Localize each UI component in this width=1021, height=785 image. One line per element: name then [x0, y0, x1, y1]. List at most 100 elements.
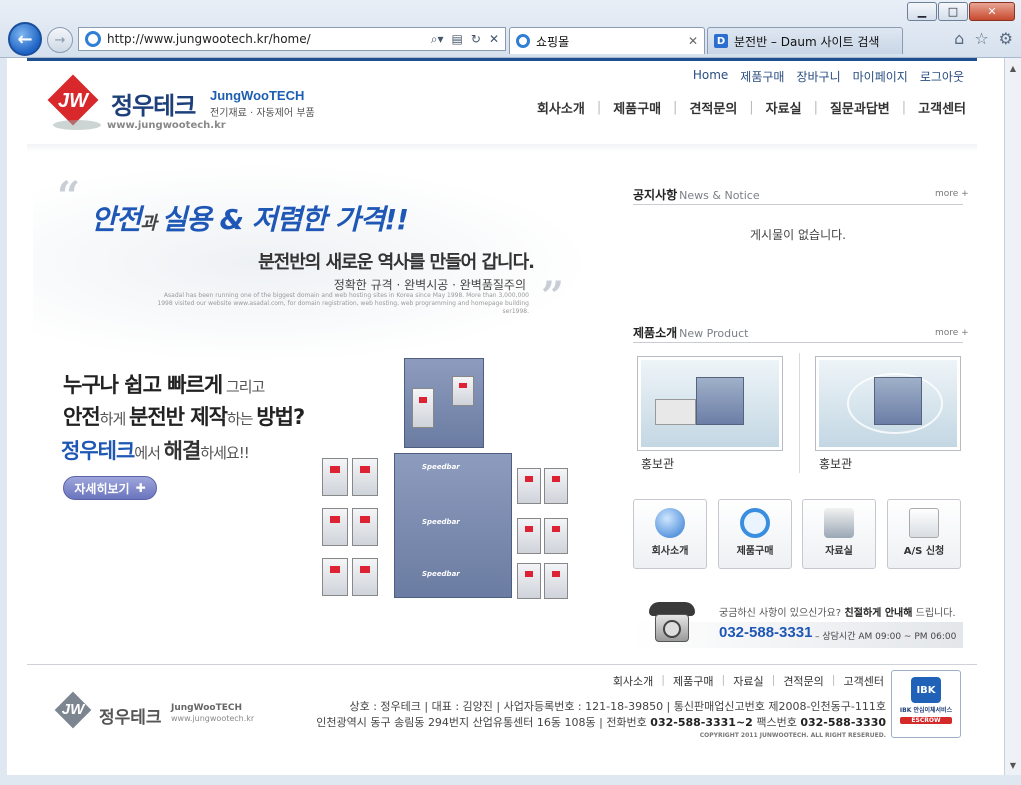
hero-subheadline: 분전반의 새로운 역사를 만들어 갑니다. — [258, 252, 535, 273]
notice-title: 공지사항 News & Notice — [633, 188, 760, 202]
close-window-button[interactable]: ✕ — [969, 2, 1015, 21]
escrow-badge[interactable]: IBK IBK 안심이체서비스 ESCROW — [891, 670, 961, 738]
products-more-link[interactable]: more + — [935, 328, 969, 338]
browser-chrome: ▁ □ ✕ ← → http://www.jungwootech.kr/home… — [0, 0, 1021, 58]
search-icon[interactable]: ⌕▾ — [431, 32, 444, 47]
footer-brand-url: www.jungwootech.kr — [171, 714, 255, 723]
brand-name[interactable]: 정우테크 — [111, 86, 196, 121]
maximize-button[interactable]: □ — [938, 2, 968, 21]
home-icon[interactable]: ⌂ — [954, 29, 964, 48]
compat-icon[interactable]: ▤ — [452, 32, 463, 47]
back-button[interactable]: ← — [8, 22, 42, 56]
main-nav: 회사소개 | 제품구매 | 견적문의 | 자료실 | 질문과답변 | 고객센터 — [536, 98, 966, 117]
scroll-down-icon[interactable]: ▼ — [1005, 757, 1021, 773]
refresh-icon[interactable]: ↻ — [471, 32, 481, 47]
products-title: 제품소개 New Product — [633, 326, 749, 340]
footer-logo-mark: JW — [51, 690, 95, 730]
browser-tools: ⌂ ☆ ⚙ — [954, 29, 1013, 48]
page-viewport: JW 정우테크 JungWooTECH 전기재료 · 자동제어 부품 www.j… — [7, 58, 1004, 775]
tab-label: 분전반 – Daum 사이트 검색 — [734, 34, 880, 49]
nav-quote[interactable]: 견적문의 — [689, 98, 737, 117]
ibk-logo-icon: IBK — [911, 677, 941, 703]
close-tab-icon[interactable]: ✕ — [688, 34, 698, 48]
address-bar[interactable]: http://www.jungwootech.kr/home/ ⌕▾ ▤ ↻ ✕ — [78, 27, 506, 51]
tab-shopping[interactable]: 쇼핑몰 ✕ — [509, 27, 705, 54]
hero-english-text: Asadal has been running one of the bigge… — [157, 292, 529, 315]
clipboard-icon — [909, 508, 939, 538]
globe-icon — [655, 508, 685, 538]
quick-link-as-request[interactable]: A/S 신청 — [887, 499, 961, 569]
contact-question: 궁금하신 사항이 있으신가요? 친절하게 안내해 드립니다. — [719, 608, 956, 619]
top-link-mypage[interactable]: 마이페이지 — [853, 68, 908, 85]
forward-button[interactable]: → — [47, 27, 73, 53]
address-controls: ⌕▾ ▤ ↻ ✕ — [431, 32, 505, 47]
top-link-cart[interactable]: 장바구니 — [796, 68, 840, 85]
tab-daum-search[interactable]: D 분전반 – Daum 사이트 검색 — [707, 27, 903, 54]
footer-address: 인천광역시 동구 송림동 294번지 산업유통센터 16동 108동 | 전화번… — [316, 716, 886, 729]
stop-icon[interactable]: ✕ — [489, 32, 499, 47]
nav-archive[interactable]: 자료실 — [766, 98, 802, 117]
footer-brand: 정우테크 — [99, 708, 162, 728]
vertical-scrollbar[interactable]: ▲ ▼ — [1004, 58, 1021, 775]
telephone-icon — [647, 598, 697, 644]
footer-brand-en: JungWooTECH — [171, 703, 243, 713]
scroll-up-icon[interactable]: ▲ — [1005, 60, 1021, 76]
footer-link-quote[interactable]: 견적문의 — [783, 673, 823, 689]
address-url[interactable]: http://www.jungwootech.kr/home/ — [107, 32, 311, 46]
brand-name-en: JungWooTECH — [210, 88, 305, 103]
ie-favicon-icon — [516, 34, 530, 48]
tab-label: 쇼핑몰 — [536, 34, 570, 49]
footer-link-archive[interactable]: 자료실 — [733, 673, 763, 689]
top-link-logout[interactable]: 로그아웃 — [920, 68, 964, 85]
quick-link-purchase[interactable]: 제품구매 — [718, 499, 792, 569]
contact-hours: – 상담시간 AM 09:00 ~ PM 06:00 — [815, 632, 957, 642]
window-controls: ▁ □ ✕ — [906, 2, 1015, 21]
favorites-star-icon[interactable]: ☆ — [974, 29, 988, 48]
product-thumbnail[interactable] — [815, 356, 961, 451]
daum-favicon-icon: D — [714, 34, 728, 48]
notice-empty-message: 게시물이 없습니다. — [750, 228, 846, 242]
quick-link-company[interactable]: 회사소개 — [633, 499, 707, 569]
minimize-button[interactable]: ▁ — [907, 2, 937, 21]
nav-support[interactable]: 고객센터 — [918, 98, 966, 117]
hero-slogan: 안전과 실용 & 저렴한 가격!! — [91, 203, 409, 236]
top-link-purchase[interactable]: 제품구매 — [740, 68, 784, 85]
hero-lines: 누구나 쉽고 빠르게 그리고 안전하게 분전반 제작하는 방법? — [63, 373, 305, 429]
ie-icon — [740, 508, 770, 538]
logo-mark[interactable]: JW — [43, 74, 103, 130]
hero-solution-line: 정우테크에서 해결하세요!! — [61, 439, 250, 463]
switchboard-illustration: Speedbar Speedbar Speedbar — [312, 358, 572, 603]
nav-qna[interactable]: 질문과답변 — [830, 98, 890, 117]
product-caption[interactable]: 홍보관 — [815, 455, 963, 472]
open-quote-icon: “ — [57, 173, 81, 220]
nav-company[interactable]: 회사소개 — [537, 98, 585, 117]
footer-link-support[interactable]: 고객센터 — [844, 673, 884, 689]
footer-copyright: COPYRIGHT 2011 JUNWOOTECH. ALL RIGHT RES… — [699, 732, 886, 739]
top-accent-line — [27, 58, 977, 61]
status-bar — [0, 775, 1021, 785]
footer-nav: 회사소개 | 제품구매 | 자료실 | 견적문의 | 고객센터 — [612, 673, 884, 689]
contact-phone: 032-588-3331 — [719, 624, 813, 641]
detail-view-button[interactable]: 자세히보기 ✚ — [63, 476, 157, 500]
product-card[interactable]: 홍보관 — [815, 356, 963, 472]
footer-link-purchase[interactable]: 제품구매 — [673, 673, 713, 689]
plus-icon: ✚ — [135, 481, 146, 495]
brand-url: www.jungwootech.kr — [107, 120, 226, 131]
settings-gear-icon[interactable]: ⚙ — [999, 29, 1013, 48]
top-link-home[interactable]: Home — [693, 68, 728, 85]
notice-more-link[interactable]: more + — [935, 189, 969, 199]
folder-icon — [824, 508, 854, 538]
quick-link-archive[interactable]: 자료실 — [802, 499, 876, 569]
top-links: Home 제품구매 장바구니 마이페이지 로그아웃 — [693, 68, 964, 85]
ie-icon — [85, 31, 101, 47]
footer-link-company[interactable]: 회사소개 — [613, 673, 653, 689]
footer-company-info: 상호 : 정우테크 | 대표 : 김양진 | 사업자등록번호 : 121-18-… — [349, 700, 886, 713]
hero-points: 정확한 규격 · 완벽시공 · 완벽품질주의 — [333, 278, 526, 292]
product-thumbnail[interactable] — [637, 356, 783, 451]
product-card[interactable]: 홍보관 — [637, 356, 785, 472]
brand-tagline: 전기재료 · 자동제어 부품 — [210, 108, 315, 119]
product-caption[interactable]: 홍보관 — [637, 455, 785, 472]
logo-letters: JW — [58, 90, 88, 112]
contact-box: 궁금하신 사항이 있으신가요? 친절하게 안내해 드립니다. 032-588-3… — [633, 598, 963, 650]
nav-purchase[interactable]: 제품구매 — [613, 98, 661, 117]
